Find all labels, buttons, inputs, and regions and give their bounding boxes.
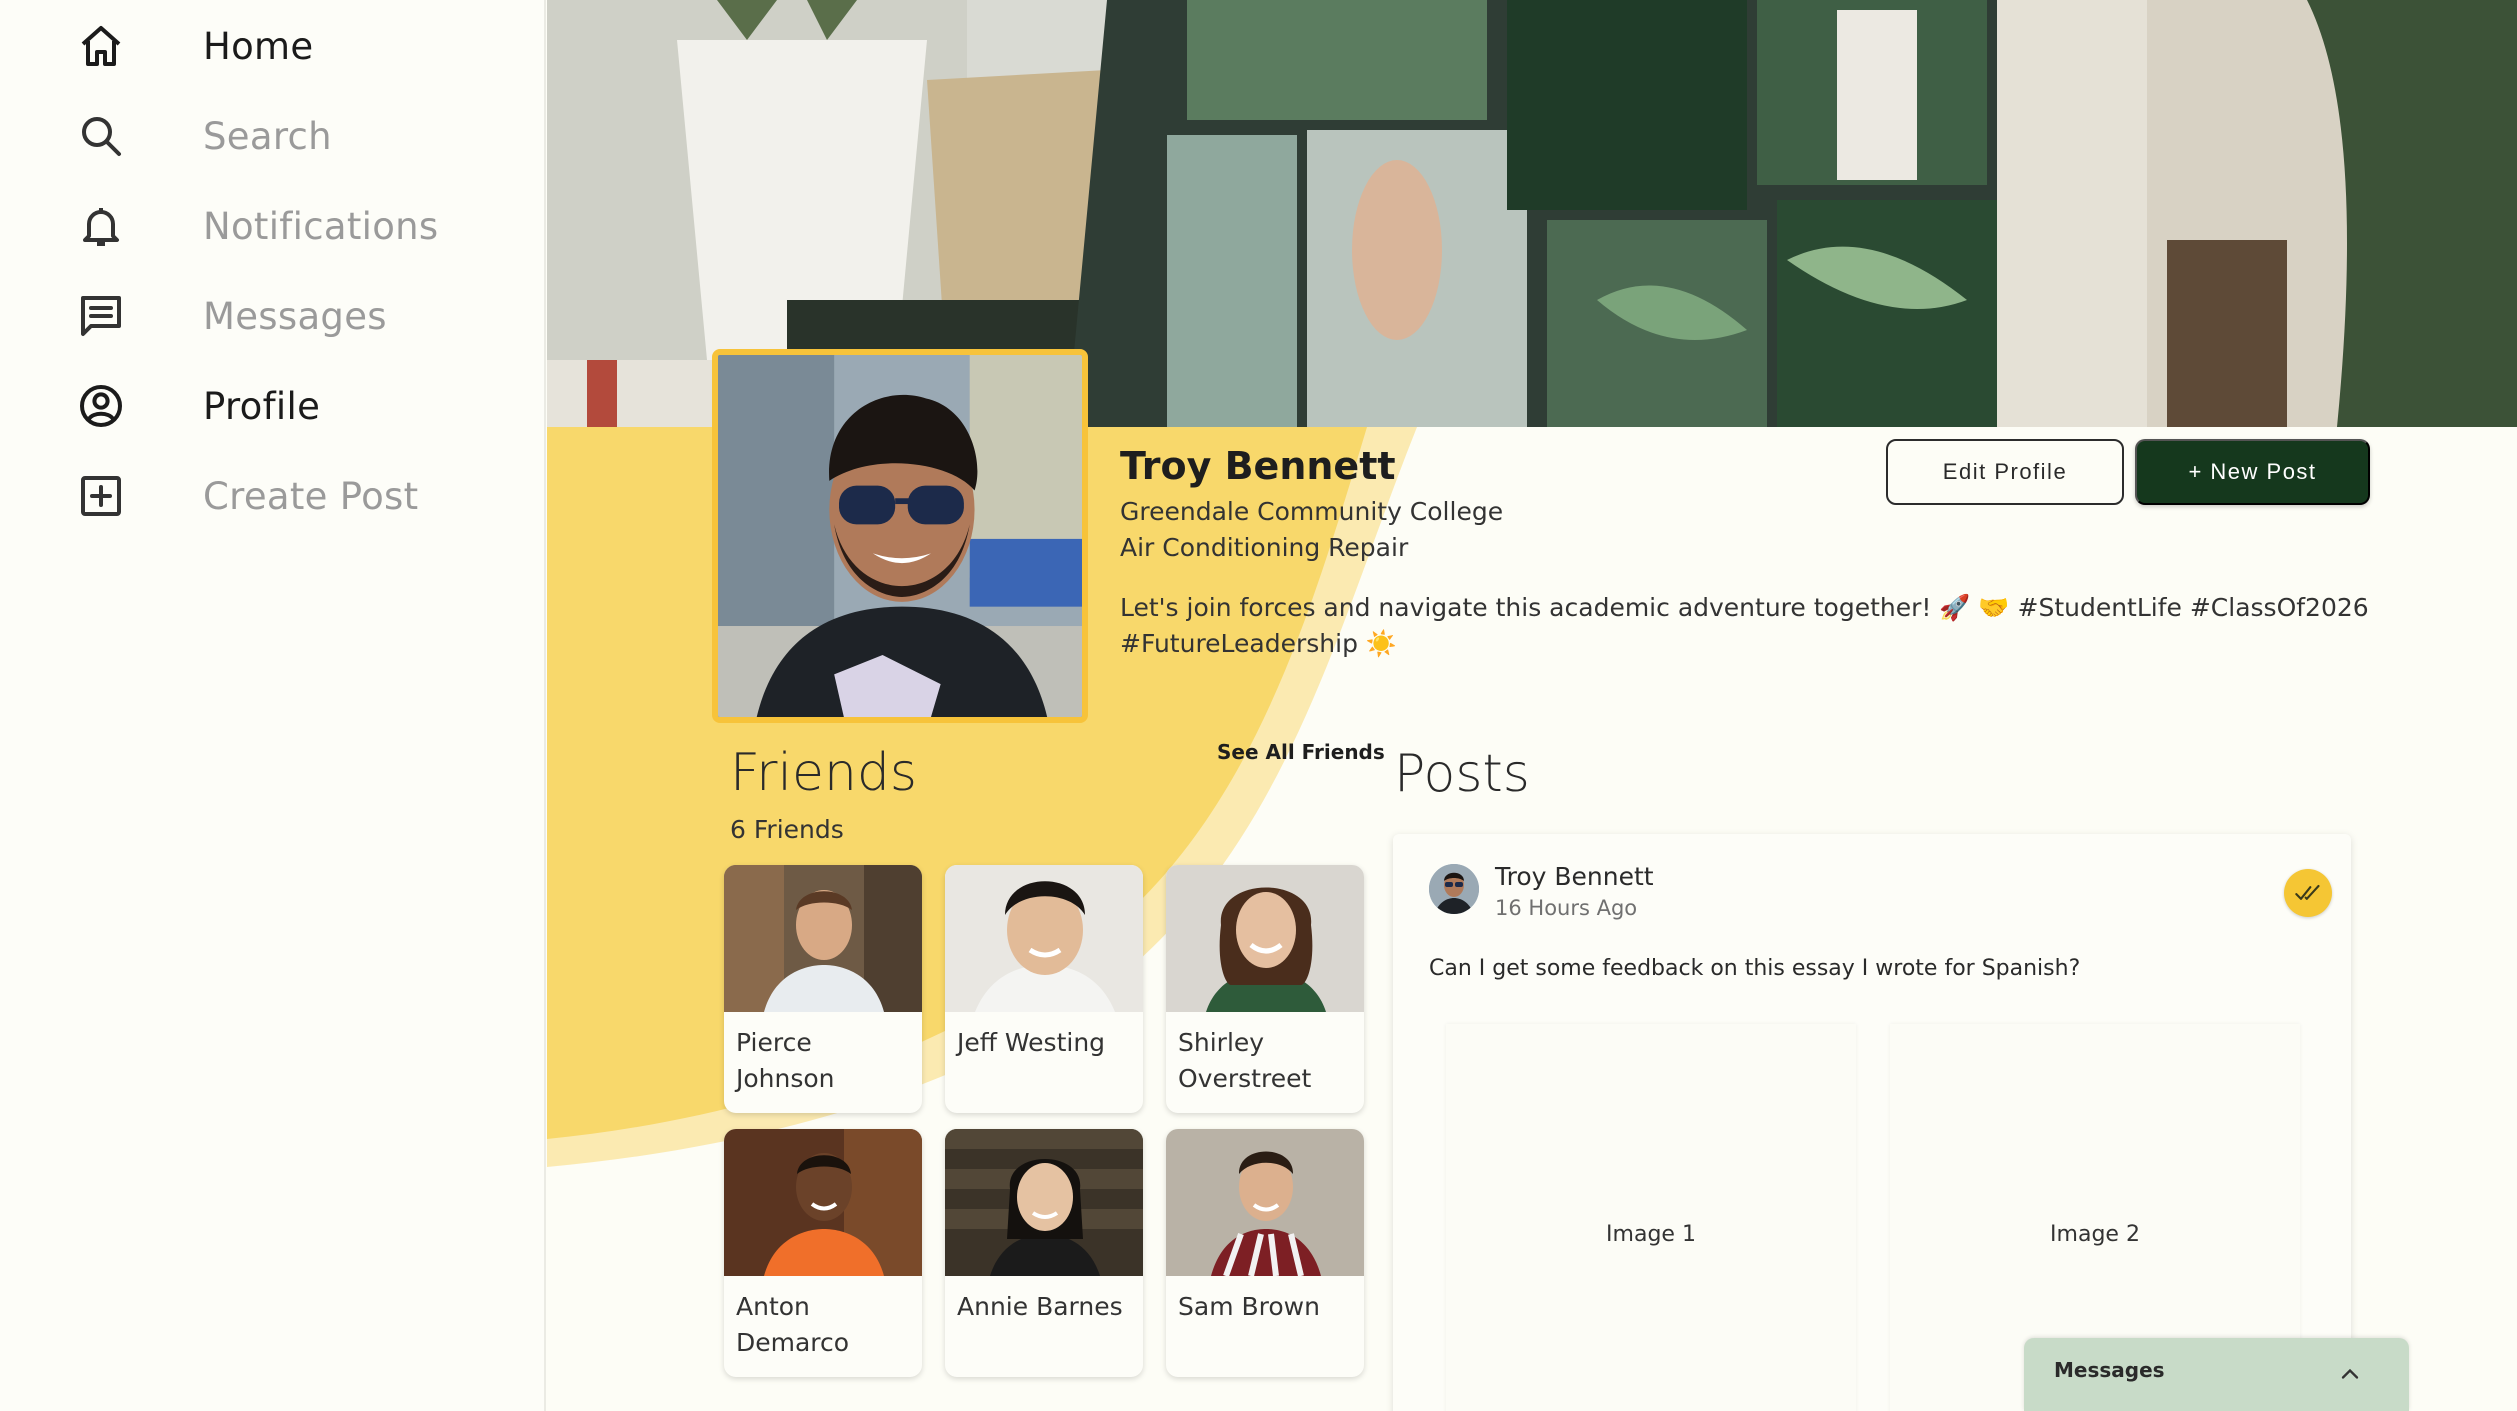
search-icon [76, 111, 126, 161]
posts-heading: Posts [1394, 744, 1530, 804]
nav-profile-label: Profile [203, 384, 321, 428]
double-check-icon[interactable] [2284, 869, 2332, 917]
messages-dock[interactable]: Messages [2024, 1338, 2409, 1411]
profile-name: Troy Bennett [1120, 444, 1396, 488]
profile-icon [76, 381, 126, 431]
friend-card[interactable]: Jeff Westing [945, 865, 1143, 1113]
friend-card[interactable]: Annie Barnes [945, 1129, 1143, 1377]
friend-photo [724, 865, 922, 1012]
friend-name: Annie Barnes [957, 1292, 1123, 1321]
nav-home-label: Home [203, 24, 314, 68]
nav-messages-label: Messages [203, 294, 387, 338]
nav-notifications-label: Notifications [203, 204, 439, 248]
profile-school: Greendale Community College [1120, 497, 1504, 526]
main-content: Troy Bennett Greendale Community College… [547, 0, 2517, 1411]
post-author-name[interactable]: Troy Bennett [1495, 862, 1654, 891]
plus-square-icon [76, 471, 126, 521]
friend-photo [1166, 865, 1364, 1012]
profile-major: Air Conditioning Repair [1120, 533, 1409, 562]
new-post-button[interactable]: + New Post [2135, 439, 2370, 505]
friend-name: Pierce Johnson [736, 1028, 835, 1093]
friend-card[interactable]: Shirley Overstreet [1166, 865, 1364, 1113]
nav-search[interactable]: Search [0, 91, 546, 181]
friend-card[interactable]: Sam Brown [1166, 1129, 1364, 1377]
friend-photo [945, 1129, 1143, 1276]
home-icon [76, 21, 126, 71]
friend-card[interactable]: Anton Demarco [724, 1129, 922, 1377]
nav-create-post-label: Create Post [203, 474, 419, 518]
profile-bio: Let's join forces and navigate this acad… [1120, 593, 2369, 658]
profile-avatar [712, 349, 1088, 723]
messages-dock-label: Messages [2054, 1358, 2165, 1382]
friend-photo [724, 1129, 922, 1276]
friend-photo [945, 865, 1143, 1012]
bell-icon [76, 201, 126, 251]
post-text: Can I get some feedback on this essay I … [1429, 956, 2081, 981]
sidebar: Home Search Notifications Messages Profi… [0, 0, 546, 1411]
nav-create-post[interactable]: Create Post [0, 451, 546, 541]
friend-name: Jeff Westing [957, 1028, 1106, 1057]
friend-card[interactable]: Pierce Johnson [724, 865, 922, 1113]
post-image[interactable]: Image 1 [1446, 1024, 1856, 1411]
friend-name: Anton Demarco [736, 1292, 850, 1357]
edit-profile-button[interactable]: Edit Profile [1886, 439, 2124, 505]
nav-profile[interactable]: Profile [0, 361, 546, 451]
post-author-avatar[interactable] [1429, 864, 1479, 914]
friend-name: Sam Brown [1178, 1292, 1320, 1321]
chevron-up-icon[interactable] [2336, 1360, 2364, 1388]
nav-messages[interactable]: Messages [0, 271, 546, 361]
friends-count: 6 Friends [730, 815, 844, 844]
post-timestamp: 16 Hours Ago [1495, 896, 1638, 920]
friends-heading: Friends [730, 743, 918, 803]
post-card: Troy Bennett 16 Hours Ago Can I get some… [1393, 834, 2351, 1411]
see-all-friends-link[interactable]: See All Friends [1217, 740, 1385, 764]
message-icon [76, 291, 126, 341]
friend-name: Shirley Overstreet [1178, 1028, 1312, 1093]
nav-notifications[interactable]: Notifications [0, 181, 546, 271]
friend-photo [1166, 1129, 1364, 1276]
nav-home[interactable]: Home [0, 1, 546, 91]
nav-search-label: Search [203, 114, 332, 158]
